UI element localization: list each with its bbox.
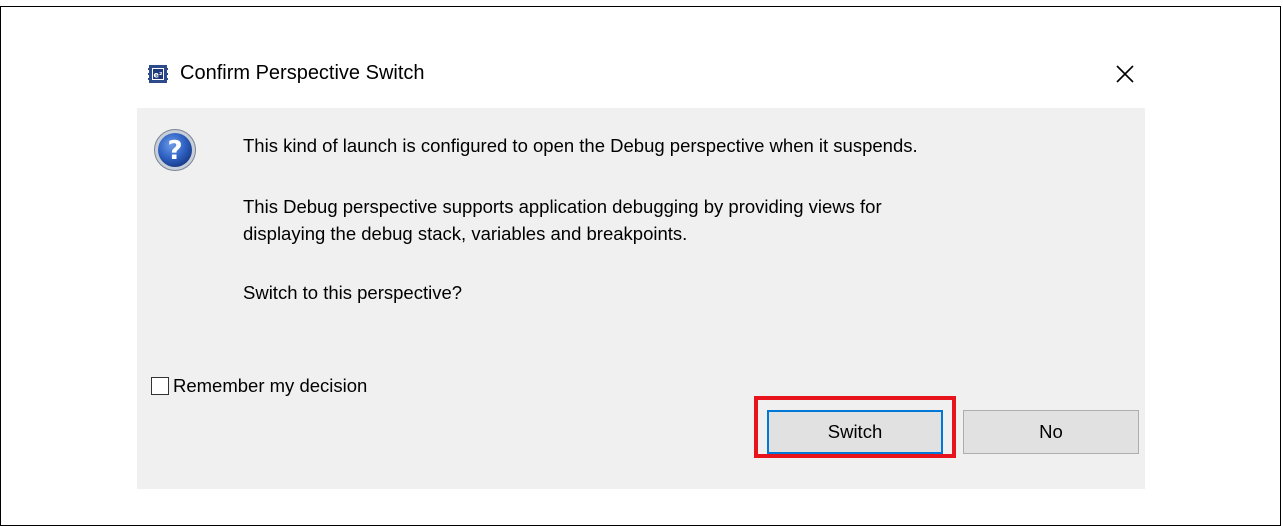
message-line-4: Switch to this perspective? [243,282,463,303]
checkbox-label: Remember my decision [173,375,368,396]
svg-text:?: ? [167,136,182,166]
confirm-perspective-switch-dialog: e² Confirm Perspective Switch ? This kin… [137,49,1145,489]
message-line-1: This kind of launch is configured to ope… [243,135,918,156]
message-line-2: This Debug perspective supports applicat… [243,196,882,217]
close-icon[interactable] [1112,61,1138,87]
dialog-title-bar: e² Confirm Perspective Switch [137,49,1145,108]
eclipse-ide-chip-icon: e² [148,65,168,83]
switch-button[interactable]: Switch [767,410,943,454]
svg-text:e²: e² [154,71,163,80]
message-line-3: displaying the debug stack, variables an… [243,223,688,244]
remember-decision-checkbox[interactable]: Remember my decision [151,374,367,398]
dialog-title: Confirm Perspective Switch [180,62,425,84]
question-icon: ? [154,129,196,171]
no-button[interactable]: No [963,410,1139,454]
checkbox-box[interactable] [151,377,169,395]
